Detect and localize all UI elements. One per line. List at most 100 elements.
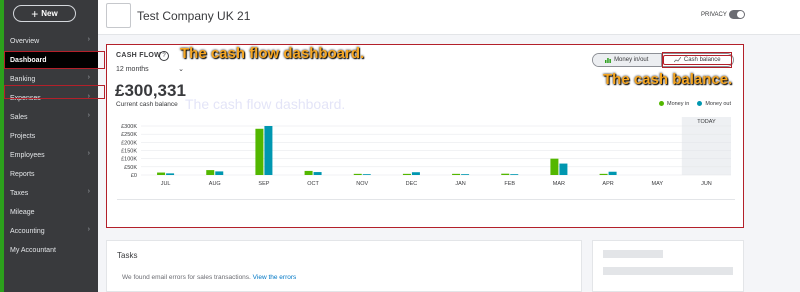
- sidebar-item-label: Sales: [10, 113, 28, 121]
- sidebar-item-expenses[interactable]: Expenses ›: [4, 89, 98, 107]
- bar-money-in: [353, 173, 362, 175]
- sidebar-item-label: Banking: [10, 75, 36, 83]
- y-tick-label: £100K: [121, 157, 137, 163]
- bar-money-out: [608, 171, 617, 175]
- view-errors-link[interactable]: View the errors: [253, 274, 297, 281]
- chevron-right-icon: ›: [87, 74, 90, 81]
- bar-money-in: [255, 128, 264, 175]
- legend-money-in-label: Money in: [666, 101, 690, 107]
- x-tick-label: MAR: [553, 181, 565, 187]
- plus-icon: +: [31, 6, 39, 21]
- sidebar-item-sales[interactable]: Sales ›: [4, 108, 98, 126]
- x-tick-label: OCT: [307, 181, 319, 187]
- annotation-dashboard: The cash flow dashboard.: [180, 45, 365, 62]
- y-tick-label: £300K: [121, 124, 137, 130]
- dot-icon: [697, 101, 703, 107]
- cash-balance-label: Current cash balance: [116, 101, 178, 108]
- tasks-card: Tasks We found email errors for sales tr…: [106, 240, 582, 292]
- tasks-message: We found email errors for sales transact…: [122, 274, 296, 281]
- company-logo[interactable]: [106, 3, 131, 28]
- today-region: [681, 117, 731, 175]
- chart-legend: Money in Money out: [658, 101, 731, 107]
- chevron-right-icon: ›: [87, 112, 90, 119]
- sidebar-item-banking[interactable]: Banking ›: [4, 70, 98, 88]
- period-select[interactable]: 12 months ⌄: [116, 66, 184, 76]
- bar-money-in: [452, 173, 461, 175]
- privacy-toggle[interactable]: [729, 10, 745, 19]
- annotation-ghost: The cash flow dashboard.: [185, 96, 346, 112]
- chevron-right-icon: ›: [87, 150, 90, 157]
- sidebar-item-label: Dashboard: [10, 56, 47, 64]
- bar-money-in: [402, 173, 411, 175]
- sidebar-item-label: Reports: [10, 170, 35, 178]
- chevron-right-icon: ›: [87, 36, 90, 43]
- info-icon[interactable]: ?: [159, 51, 169, 61]
- sidebar-item-label: Expenses: [10, 94, 41, 102]
- sidebar-item-label: Overview: [10, 37, 40, 45]
- legend-money-out-label: Money out: [705, 101, 731, 107]
- x-tick-label: APR: [602, 181, 613, 187]
- sidebar-item-label: Projects: [10, 132, 36, 140]
- sidebar-item-accounting[interactable]: Accounting ›: [4, 222, 98, 240]
- dot-icon: [658, 101, 664, 107]
- company-name: Test Company UK 21: [137, 9, 251, 23]
- skeleton-line: [603, 250, 663, 258]
- bar-money-out: [411, 172, 420, 175]
- legend-money-in: Money in: [658, 101, 690, 107]
- sidebar-item-mileage[interactable]: Mileage: [4, 203, 98, 221]
- x-tick-label: JUN: [701, 181, 712, 187]
- chevron-right-icon: ›: [87, 188, 90, 195]
- skeleton-line: [603, 267, 733, 275]
- bar-money-out: [264, 126, 273, 175]
- bar-money-out: [215, 171, 224, 175]
- sidebar-item-dashboard[interactable]: Dashboard: [4, 51, 98, 69]
- cash-flow-title: CASH FLOW: [116, 52, 162, 59]
- chevron-down-icon: ⌄: [178, 66, 184, 73]
- today-label: TODAY: [697, 119, 716, 125]
- divider: [117, 199, 735, 200]
- new-button[interactable]: + New: [13, 5, 76, 22]
- top-header: Test Company UK 21 PRIVACY: [98, 0, 800, 35]
- cash-flow-chart: TODAY £300K £250K £200K £150K £100K £50K £0 JUL A…: [121, 117, 731, 187]
- y-tick-label: £200K: [121, 140, 137, 146]
- new-button-label: New: [41, 9, 58, 18]
- chevron-right-icon: ›: [87, 93, 90, 100]
- bar-money-out: [166, 173, 175, 175]
- sidebar-item-taxes[interactable]: Taxes ›: [4, 184, 98, 202]
- bar-money-in: [304, 170, 313, 175]
- cash-balance-amount: £300,331: [115, 81, 186, 100]
- chevron-right-icon: ›: [87, 226, 90, 233]
- bar-money-in: [157, 172, 166, 175]
- sidebar-item-overview[interactable]: Overview ›: [4, 32, 98, 50]
- period-select-value: 12 months: [116, 66, 149, 73]
- bar-chart-icon: [605, 58, 611, 63]
- sidebar-item-employees[interactable]: Employees ›: [4, 146, 98, 164]
- y-tick-label: £150K: [121, 149, 137, 155]
- cash-balance-toggle[interactable]: Cash balance: [662, 55, 732, 65]
- money-in-out-label: Money in/out: [614, 57, 649, 63]
- bar-money-in: [550, 158, 559, 175]
- bar-money-out: [313, 172, 322, 175]
- x-tick-label: AUG: [209, 181, 221, 187]
- sidebar-item-my-accountant[interactable]: My Accountant: [4, 241, 98, 259]
- sidebar-item-projects[interactable]: Projects: [4, 127, 98, 145]
- x-tick-label: JAN: [455, 181, 465, 187]
- bar-money-out: [559, 163, 568, 175]
- y-tick-label: £0: [131, 173, 137, 179]
- x-tick-label: SEP: [258, 181, 269, 187]
- x-tick-label: MAY: [651, 181, 663, 187]
- bar-money-out: [510, 174, 519, 175]
- chart-view-toggle: Money in/out Cash balance: [592, 53, 734, 67]
- bar-money-out: [362, 174, 371, 175]
- sidebar-item-label: Employees: [10, 151, 45, 159]
- line-chart-icon: [673, 57, 681, 63]
- x-tick-label: NOV: [356, 181, 368, 187]
- sidebar-item-label: Accounting: [10, 227, 45, 235]
- x-tick-label: FEB: [504, 181, 515, 187]
- sidebar-item-label: Taxes: [10, 189, 29, 197]
- privacy-label: PRIVACY: [701, 12, 727, 18]
- money-in-out-toggle[interactable]: Money in/out: [593, 54, 662, 66]
- tasks-message-text: We found email errors for sales transact…: [122, 274, 251, 281]
- x-tick-label: DEC: [406, 181, 418, 187]
- sidebar-item-reports[interactable]: Reports: [4, 165, 98, 183]
